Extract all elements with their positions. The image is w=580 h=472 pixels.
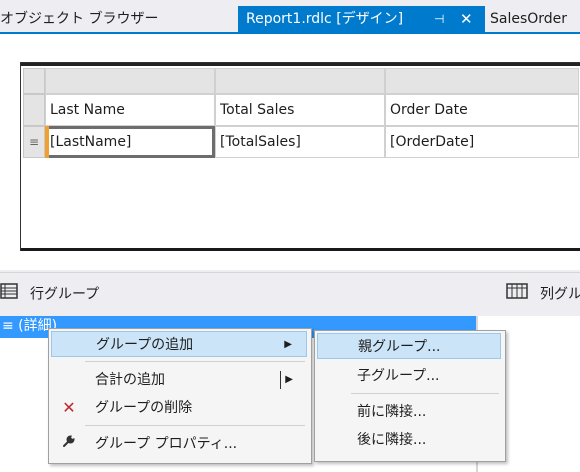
header-cell-last-name[interactable]: Last Name (45, 94, 215, 126)
column-groups-icon (506, 283, 528, 306)
column-handle-1[interactable] (45, 68, 215, 94)
tab-label: オブジェクト ブラウザー (0, 11, 159, 27)
menu-separator (85, 425, 305, 426)
row-groups-header: 行グループ (0, 283, 99, 305)
tab-label: Report1.rdlc [デザイン] (246, 11, 404, 27)
tab-object-browser[interactable]: オブジェクト ブラウザー (0, 6, 238, 32)
submenu-item-child-group[interactable]: 子グループ... (317, 363, 501, 389)
row-groups-icon (0, 283, 18, 306)
delete-x-icon: ✕ (62, 398, 76, 417)
wrench-icon (59, 431, 79, 457)
column-handle-2[interactable] (215, 68, 385, 94)
submenu-item-adjacent-after[interactable]: 後に隣接... (317, 427, 501, 453)
menu-item-label: 合計の追加 (95, 372, 165, 388)
tab-sales-order[interactable]: SalesOrder (486, 6, 580, 32)
row-handle-glyph: ≡ (28, 135, 40, 149)
menu-item-add-group[interactable]: グループの追加 ▶ (51, 331, 307, 357)
tab-report-design[interactable]: Report1.rdlc [デザイン] ⊣ ✕ (238, 6, 485, 32)
row-groups-label: 行グループ (30, 286, 100, 303)
header-cell-order-date[interactable]: Order Date (385, 94, 579, 126)
detail-row-handle[interactable]: ≡ (23, 126, 45, 158)
menu-item-delete-group[interactable]: ✕ グループの削除 (51, 395, 307, 421)
submenu-item-parent-group[interactable]: 親グループ... (317, 333, 501, 359)
menu-item-add-total[interactable]: 合計の追加 ▶ (51, 367, 307, 393)
menu-item-label: グループの追加 (96, 337, 194, 353)
column-groups-header: 列グル (506, 283, 580, 305)
detail-cell-order-date[interactable]: [OrderDate] (385, 126, 579, 158)
menu-item-group-properties[interactable]: グループ プロパティ... (51, 431, 307, 457)
menu-separator (85, 361, 305, 362)
column-groups-label: 列グル (540, 286, 580, 303)
column-handle-3[interactable] (385, 68, 579, 94)
submenu-item-adjacent-before[interactable]: 前に隣接... (317, 399, 501, 425)
report-design-surface[interactable]: ≡ Last Name Total Sales Order Date [Last… (0, 34, 580, 270)
add-group-submenu: 親グループ... 子グループ... 前に隣接... 後に隣接... (314, 330, 506, 462)
detail-cell-last-name[interactable]: [LastName] (45, 126, 215, 158)
report-body[interactable]: ≡ Last Name Total Sales Order Date [Last… (20, 62, 580, 251)
submenu-arrow-icon: ▶ (284, 339, 292, 350)
close-icon[interactable]: ✕ (460, 6, 473, 32)
grouping-pane-header: 行グループ 列グル (0, 272, 580, 317)
submenu-separator (351, 393, 499, 394)
menu-item-label: グループ プロパティ... (95, 436, 238, 452)
split-divider (280, 371, 281, 389)
header-row-handle[interactable] (23, 94, 45, 126)
group-context-menu: グループの追加 ▶ 合計の追加 ▶ ✕ グループの削除 グループ プロパティ..… (48, 328, 312, 464)
pin-icon[interactable]: ⊣ (434, 6, 444, 32)
submenu-arrow-icon: ▶ (285, 374, 293, 385)
corner-handle[interactable] (23, 68, 45, 94)
header-cell-total-sales[interactable]: Total Sales (215, 94, 385, 126)
tab-label: SalesOrder (490, 11, 568, 27)
menu-item-label: グループの削除 (95, 400, 193, 416)
detail-cell-total-sales[interactable]: [TotalSales] (215, 126, 385, 158)
document-tab-strip: オブジェクト ブラウザー Report1.rdlc [デザイン] ⊣ ✕ Sal… (0, 0, 580, 32)
